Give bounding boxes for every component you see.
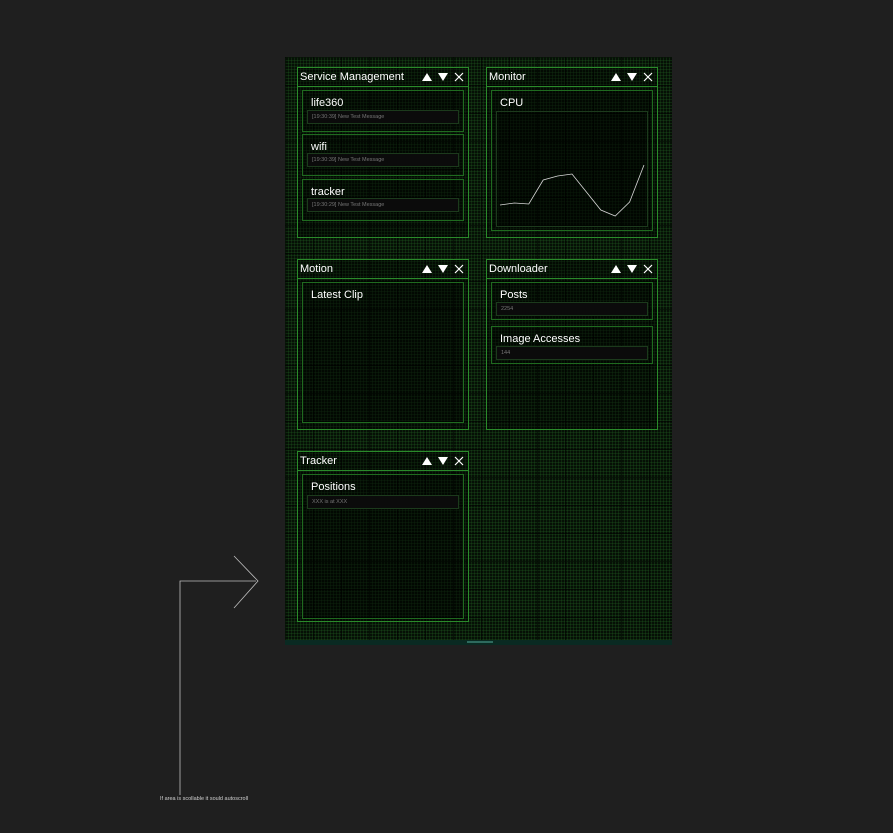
service-name: life360 <box>311 97 344 109</box>
move-down-icon[interactable] <box>437 71 449 83</box>
positions-value[interactable]: XXX is at XXX <box>307 495 459 509</box>
downloader-panel: Downloader Posts 2254 Image Accesses 144 <box>486 259 658 430</box>
service-name: wifi <box>311 141 327 153</box>
dashboard-bottom-bar <box>285 640 672 645</box>
cpu-card: CPU <box>491 90 653 231</box>
panel-title: Motion <box>300 263 334 275</box>
service-card-life360: life360 [19:30:39] New Test Message <box>302 90 464 132</box>
move-down-icon[interactable] <box>437 263 449 275</box>
cpu-label: CPU <box>500 97 524 109</box>
tracker-panel: Tracker Positions XXX is at XXX <box>297 451 469 622</box>
move-down-icon[interactable] <box>437 455 449 467</box>
close-icon[interactable] <box>642 263 654 275</box>
motion-panel: Motion Latest Clip <box>297 259 469 430</box>
move-up-icon[interactable] <box>421 263 433 275</box>
positions-card: Positions XXX is at XXX <box>302 474 464 619</box>
panel-header: Motion <box>298 260 468 279</box>
move-up-icon[interactable] <box>421 455 433 467</box>
service-management-panel: Service Management life360 [19:30:39] Ne… <box>297 67 469 238</box>
posts-value[interactable]: 2254 <box>496 302 648 316</box>
move-down-icon[interactable] <box>626 71 638 83</box>
panel-header: Tracker <box>298 452 468 471</box>
close-icon[interactable] <box>453 263 465 275</box>
service-message[interactable]: [19:30:39] New Test Message <box>307 110 459 124</box>
annotation-note: If area is scollable it sould autoscroll <box>160 796 249 802</box>
service-card-wifi: wifi [19:30:39] New Test Message <box>302 134 464 176</box>
panel-title: Downloader <box>489 263 548 275</box>
service-message[interactable]: [19:30:39] New Test Message <box>307 153 459 167</box>
close-icon[interactable] <box>453 71 465 83</box>
cpu-chart <box>499 164 645 217</box>
latest-clip-label: Latest Clip <box>311 289 363 301</box>
move-up-icon[interactable] <box>421 71 433 83</box>
panel-controls <box>610 71 654 83</box>
panel-title: Tracker <box>300 455 337 467</box>
panel-controls <box>610 263 654 275</box>
move-down-icon[interactable] <box>626 263 638 275</box>
latest-clip-card: Latest Clip <box>302 282 464 423</box>
posts-card: Posts 2254 <box>491 282 653 320</box>
image-accesses-card: Image Accesses 144 <box>491 326 653 364</box>
cpu-chart-area <box>496 111 648 227</box>
service-card-tracker: tracker [19:30:29] New Test Message <box>302 179 464 221</box>
posts-label: Posts <box>500 289 528 301</box>
scroll-handle[interactable] <box>467 641 493 643</box>
positions-label: Positions <box>311 481 356 493</box>
panel-controls <box>421 71 465 83</box>
panel-title: Monitor <box>489 71 526 83</box>
dashboard-canvas: Service Management life360 [19:30:39] Ne… <box>285 57 672 643</box>
service-message[interactable]: [19:30:29] New Test Message <box>307 198 459 212</box>
image-accesses-value[interactable]: 144 <box>496 346 648 360</box>
close-icon[interactable] <box>453 455 465 467</box>
move-up-icon[interactable] <box>610 71 622 83</box>
panel-controls <box>421 455 465 467</box>
panel-title: Service Management <box>300 71 404 83</box>
panel-header: Downloader <box>487 260 657 279</box>
panel-controls <box>421 263 465 275</box>
close-icon[interactable] <box>642 71 654 83</box>
cpu-series-line <box>499 164 645 217</box>
service-name: tracker <box>311 186 345 198</box>
panel-header: Monitor <box>487 68 657 87</box>
monitor-panel: Monitor CPU <box>486 67 658 238</box>
panel-header: Service Management <box>298 68 468 87</box>
move-up-icon[interactable] <box>610 263 622 275</box>
image-accesses-label: Image Accesses <box>500 333 581 345</box>
